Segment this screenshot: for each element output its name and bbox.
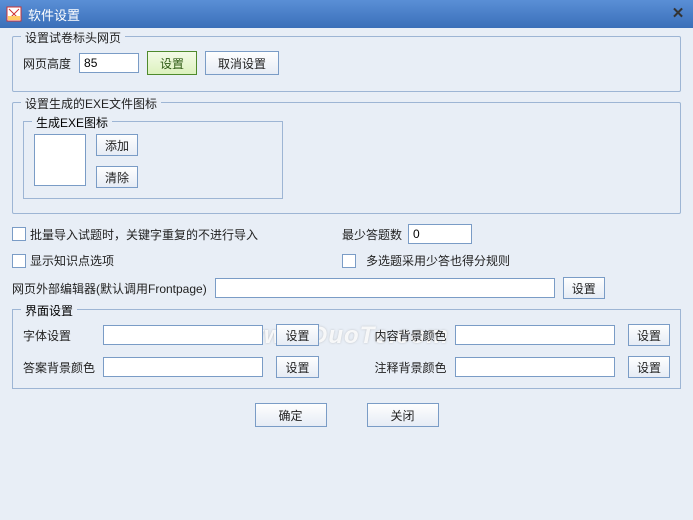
set-editor-button[interactable]: 设置 — [563, 277, 605, 299]
multi-partial-checkbox[interactable] — [342, 254, 356, 268]
answer-bg-label: 答案背景颜色 — [23, 359, 95, 376]
multi-partial-label: 多选题采用少答也得分规则 — [366, 252, 510, 269]
app-icon — [6, 6, 22, 22]
group-ui-settings: 界面设置 字体设置 设置 内容背景颜色 设置 答案背景颜色 设置 注释背景颜色 … — [12, 309, 681, 389]
content-bg-label: 内容背景颜色 — [375, 327, 447, 344]
note-bg-input[interactable] — [455, 357, 615, 377]
group-header-legend: 设置试卷标头网页 — [21, 29, 125, 46]
subgroup-gen-exe-icon: 生成EXE图标 添加 清除 — [23, 121, 283, 199]
subgroup-legend: 生成EXE图标 — [32, 114, 112, 131]
external-editor-input[interactable] — [215, 278, 555, 298]
exe-icon-preview — [34, 134, 86, 186]
font-setting-input[interactable] — [103, 325, 263, 345]
set-note-bg-button[interactable]: 设置 — [628, 356, 670, 378]
batch-import-checkbox[interactable] — [12, 227, 26, 241]
font-setting-label: 字体设置 — [23, 327, 95, 344]
client-area: www.DuoTe.com 设置试卷标头网页 网页高度 设置 取消设置 设置生成… — [0, 28, 693, 520]
titlebar: 软件设置 ✕ — [0, 0, 693, 28]
group-header-webpage: 设置试卷标头网页 网页高度 设置 取消设置 — [12, 36, 681, 92]
min-answers-label: 最少答题数 — [342, 226, 402, 243]
external-editor-label: 网页外部编辑器(默认调用Frontpage) — [12, 280, 207, 297]
content-bg-input[interactable] — [455, 325, 615, 345]
ui-legend: 界面设置 — [21, 302, 77, 319]
add-icon-button[interactable]: 添加 — [96, 134, 138, 156]
cancel-height-button[interactable]: 取消设置 — [205, 51, 279, 75]
answer-bg-input[interactable] — [103, 357, 263, 377]
clear-icon-button[interactable]: 清除 — [96, 166, 138, 188]
note-bg-label: 注释背景颜色 — [375, 359, 447, 376]
set-answer-bg-button[interactable]: 设置 — [276, 356, 318, 378]
group-exe-legend: 设置生成的EXE文件图标 — [21, 95, 161, 112]
close-icon[interactable]: ✕ — [667, 2, 689, 24]
show-knowledge-label: 显示知识点选项 — [30, 252, 114, 269]
window-title: 软件设置 — [28, 5, 687, 24]
page-height-label: 网页高度 — [23, 55, 71, 72]
group-exe-icon: 设置生成的EXE文件图标 生成EXE图标 添加 清除 — [12, 102, 681, 214]
min-answers-input[interactable] — [408, 224, 472, 244]
page-height-input[interactable] — [79, 53, 139, 73]
set-height-button[interactable]: 设置 — [147, 51, 197, 75]
set-content-bg-button[interactable]: 设置 — [628, 324, 670, 346]
close-button[interactable]: 关闭 — [367, 403, 439, 427]
batch-import-label: 批量导入试题时，关键字重复的不进行导入 — [30, 226, 258, 243]
show-knowledge-checkbox[interactable] — [12, 254, 26, 268]
set-font-button[interactable]: 设置 — [276, 324, 318, 346]
ok-button[interactable]: 确定 — [255, 403, 327, 427]
